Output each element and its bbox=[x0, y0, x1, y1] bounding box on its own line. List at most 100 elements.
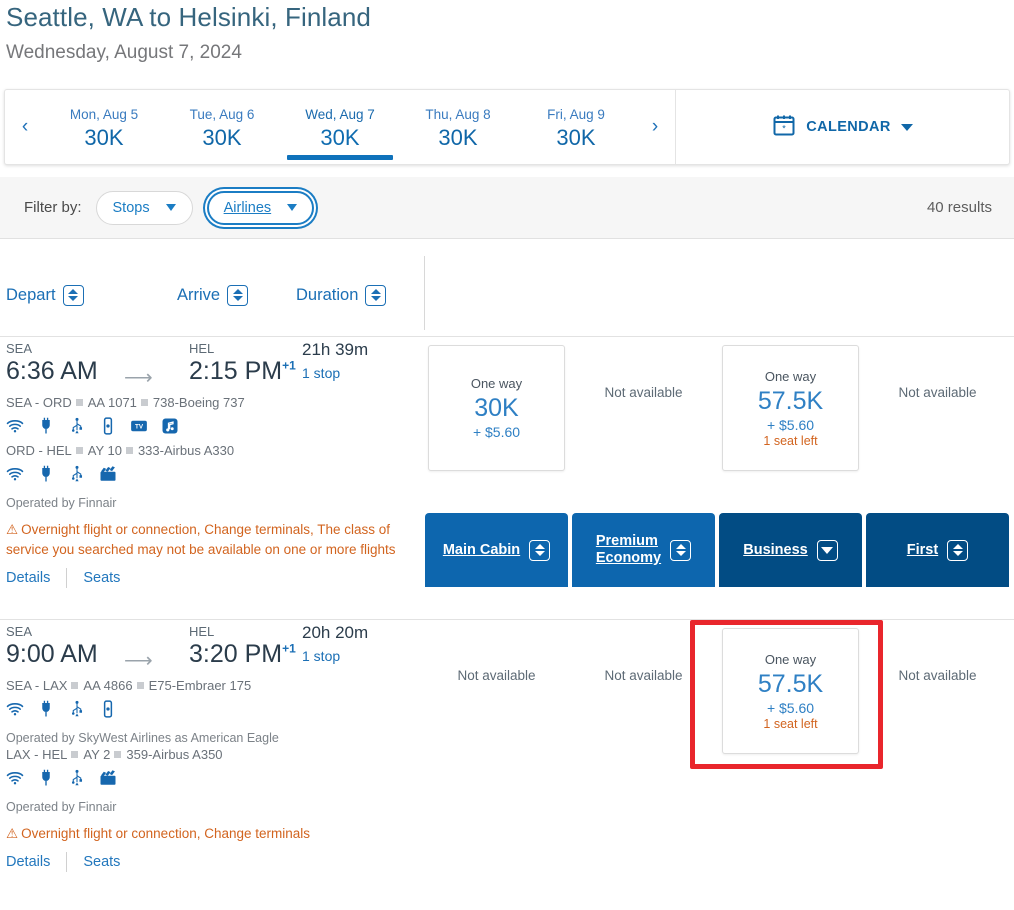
usb-icon bbox=[68, 465, 86, 488]
fare-cell-premium-economy: Not available bbox=[572, 337, 715, 471]
seats-link[interactable]: Seats bbox=[83, 854, 120, 870]
sort-updown-icon[interactable] bbox=[365, 284, 387, 306]
wifi-icon bbox=[6, 700, 24, 723]
svg-text:TV: TV bbox=[135, 423, 144, 430]
tv-icon: TV bbox=[130, 417, 148, 440]
date-tab-3[interactable]: Wed, Aug 7 30K bbox=[281, 90, 399, 164]
segment-aircraft: 359-Airbus A350 bbox=[126, 747, 223, 762]
segment-flight-number: AY 2 bbox=[83, 747, 111, 762]
filter-stops-button[interactable]: Stops bbox=[95, 190, 193, 225]
fare-tax: + $5.60 bbox=[766, 699, 815, 716]
segment-separator bbox=[71, 682, 79, 689]
page-subtitle-date: Wednesday, August 7, 2024 bbox=[6, 42, 242, 63]
filter-label: Airlines bbox=[223, 199, 272, 216]
day-offset-badge: +1 bbox=[282, 641, 296, 656]
segment-separator bbox=[75, 399, 83, 406]
flight-times: SEA 9:00 AM ⟶ HEL 3:20 PM+1 20h 20m 1 stop bbox=[6, 620, 426, 676]
fare-cell-business: One way 57.5K + $5.60 1 seat left bbox=[719, 620, 862, 754]
fare-cells: Not available Not available One way 57.5K + … bbox=[425, 620, 1014, 754]
calendar-icon: * bbox=[772, 113, 796, 142]
fare-card-business[interactable]: One way 57.5K + $5.60 1 seat left bbox=[722, 345, 859, 471]
segment-route: SEA - LAX bbox=[6, 678, 68, 693]
seats-link[interactable]: Seats bbox=[83, 570, 120, 586]
fare-tax: + $5.60 bbox=[766, 416, 815, 433]
power-icon bbox=[37, 465, 55, 488]
next-dates-button[interactable]: › bbox=[635, 90, 675, 164]
date-tab-label: Fri, Aug 9 bbox=[547, 107, 605, 122]
sort-column-label: Arrive bbox=[177, 285, 221, 304]
details-link[interactable]: Details bbox=[6, 570, 50, 586]
date-tab-4[interactable]: Thu, Aug 8 30K bbox=[399, 90, 517, 164]
flight-stops[interactable]: 1 stop bbox=[302, 365, 340, 381]
filter-pills: Stops Airlines bbox=[82, 190, 315, 225]
operated-by: Operated by Finnair bbox=[6, 496, 117, 510]
fare-not-available: Not available bbox=[604, 668, 683, 683]
arrival-time: 3:20 PM+1 bbox=[189, 640, 296, 668]
date-tab-1[interactable]: Mon, Aug 5 30K bbox=[45, 90, 163, 164]
segment-info: SEA - ORD AA 1071 738-Boeing 737 bbox=[6, 395, 426, 410]
svg-text:*: * bbox=[782, 123, 786, 133]
sort-column-arrive[interactable]: Arrive bbox=[177, 284, 249, 306]
sortable-columns: Depart Arrive Duration bbox=[0, 255, 425, 335]
day-offset-badge: +1 bbox=[282, 358, 296, 373]
amenities-row-0: TV bbox=[6, 415, 426, 441]
filter-airlines-button[interactable]: Airlines bbox=[206, 190, 315, 225]
segment-aircraft: 333-Airbus A330 bbox=[137, 443, 235, 458]
segment-aircraft: E75-Embraer 175 bbox=[148, 678, 252, 693]
departure-airport: SEA bbox=[6, 624, 33, 639]
flight-stops[interactable]: 1 stop bbox=[302, 648, 340, 664]
link-divider bbox=[66, 852, 68, 872]
device-icon bbox=[99, 416, 117, 440]
arrival-airport: HEL bbox=[189, 341, 215, 356]
segment-flight-number: AA 4866 bbox=[83, 678, 133, 693]
warning-icon: ⚠ bbox=[6, 522, 19, 537]
fare-card-business[interactable]: One way 57.5K + $5.60 1 seat left bbox=[722, 628, 859, 754]
prev-dates-button[interactable]: ‹ bbox=[5, 90, 45, 164]
chevron-down-icon bbox=[287, 204, 298, 211]
fare-card-main-cabin[interactable]: One way 30K + $5.60 bbox=[428, 345, 565, 471]
date-tabs-list: Mon, Aug 5 30K Tue, Aug 6 30K Wed, Aug 7 30K T… bbox=[45, 90, 635, 164]
usb-icon bbox=[68, 769, 86, 792]
flight-links: Details Seats bbox=[6, 852, 426, 872]
sort-column-duration[interactable]: Duration bbox=[296, 284, 387, 306]
arrow-right-icon: ⟶ bbox=[124, 650, 153, 672]
segment-separator bbox=[125, 447, 133, 454]
sort-column-depart[interactable]: Depart bbox=[6, 284, 84, 306]
amenities-row-0 bbox=[6, 698, 426, 724]
seats-left-badge: 1 seat left bbox=[763, 433, 818, 448]
column-header-row: Depart Arrive Duration Main Cabin Premium Ec… bbox=[0, 255, 1014, 587]
fare-cell-first: Not available bbox=[866, 620, 1009, 754]
fare-miles: 30K bbox=[474, 394, 519, 422]
fare-cell-first: Not available bbox=[866, 337, 1009, 471]
calendar-button[interactable]: * CALENDAR bbox=[675, 90, 1009, 164]
warning-text: Overnight flight or connection, Change t… bbox=[21, 826, 311, 841]
filter-by-label: Filter by: bbox=[24, 199, 82, 216]
power-icon bbox=[37, 700, 55, 723]
fare-tax: + $5.60 bbox=[472, 424, 521, 440]
date-tab-5[interactable]: Fri, Aug 9 30K bbox=[517, 90, 635, 164]
flight-warning: ⚠ Overnight flight or connection, Change … bbox=[6, 520, 406, 560]
date-tab-label: Tue, Aug 6 bbox=[189, 107, 255, 122]
power-icon bbox=[37, 417, 55, 440]
date-tab-label: Mon, Aug 5 bbox=[69, 107, 139, 122]
fare-not-available: Not available bbox=[457, 668, 536, 683]
sort-updown-icon[interactable] bbox=[62, 284, 84, 306]
chevron-down-icon bbox=[900, 123, 913, 131]
flight-itinerary: SEA 6:36 AM ⟶ HEL 2:15 PM+1 21h 39m 1 stop SEA … bbox=[6, 337, 426, 588]
operated-by: Operated by Finnair bbox=[6, 800, 117, 814]
fare-cell-main-cabin: Not available bbox=[425, 620, 568, 754]
chevron-down-icon bbox=[165, 204, 176, 211]
wifi-icon bbox=[6, 465, 24, 488]
movie-icon bbox=[99, 465, 117, 488]
date-tab-2[interactable]: Tue, Aug 6 30K bbox=[163, 90, 281, 164]
sort-updown-icon[interactable] bbox=[227, 284, 249, 306]
flight-times: SEA 6:36 AM ⟶ HEL 2:15 PM+1 21h 39m 1 stop bbox=[6, 337, 426, 393]
fare-not-available: Not available bbox=[898, 385, 977, 400]
segment-route: ORD - HEL bbox=[6, 443, 72, 458]
fare-miles: 57.5K bbox=[757, 386, 824, 415]
details-link[interactable]: Details bbox=[6, 854, 50, 870]
power-icon bbox=[37, 769, 55, 792]
fare-type: One way bbox=[764, 368, 817, 384]
date-strip: ‹ Mon, Aug 5 30K Tue, Aug 6 30K Wed, Aug 7 30… bbox=[4, 89, 1010, 165]
date-tab-price: 30K bbox=[84, 125, 124, 150]
